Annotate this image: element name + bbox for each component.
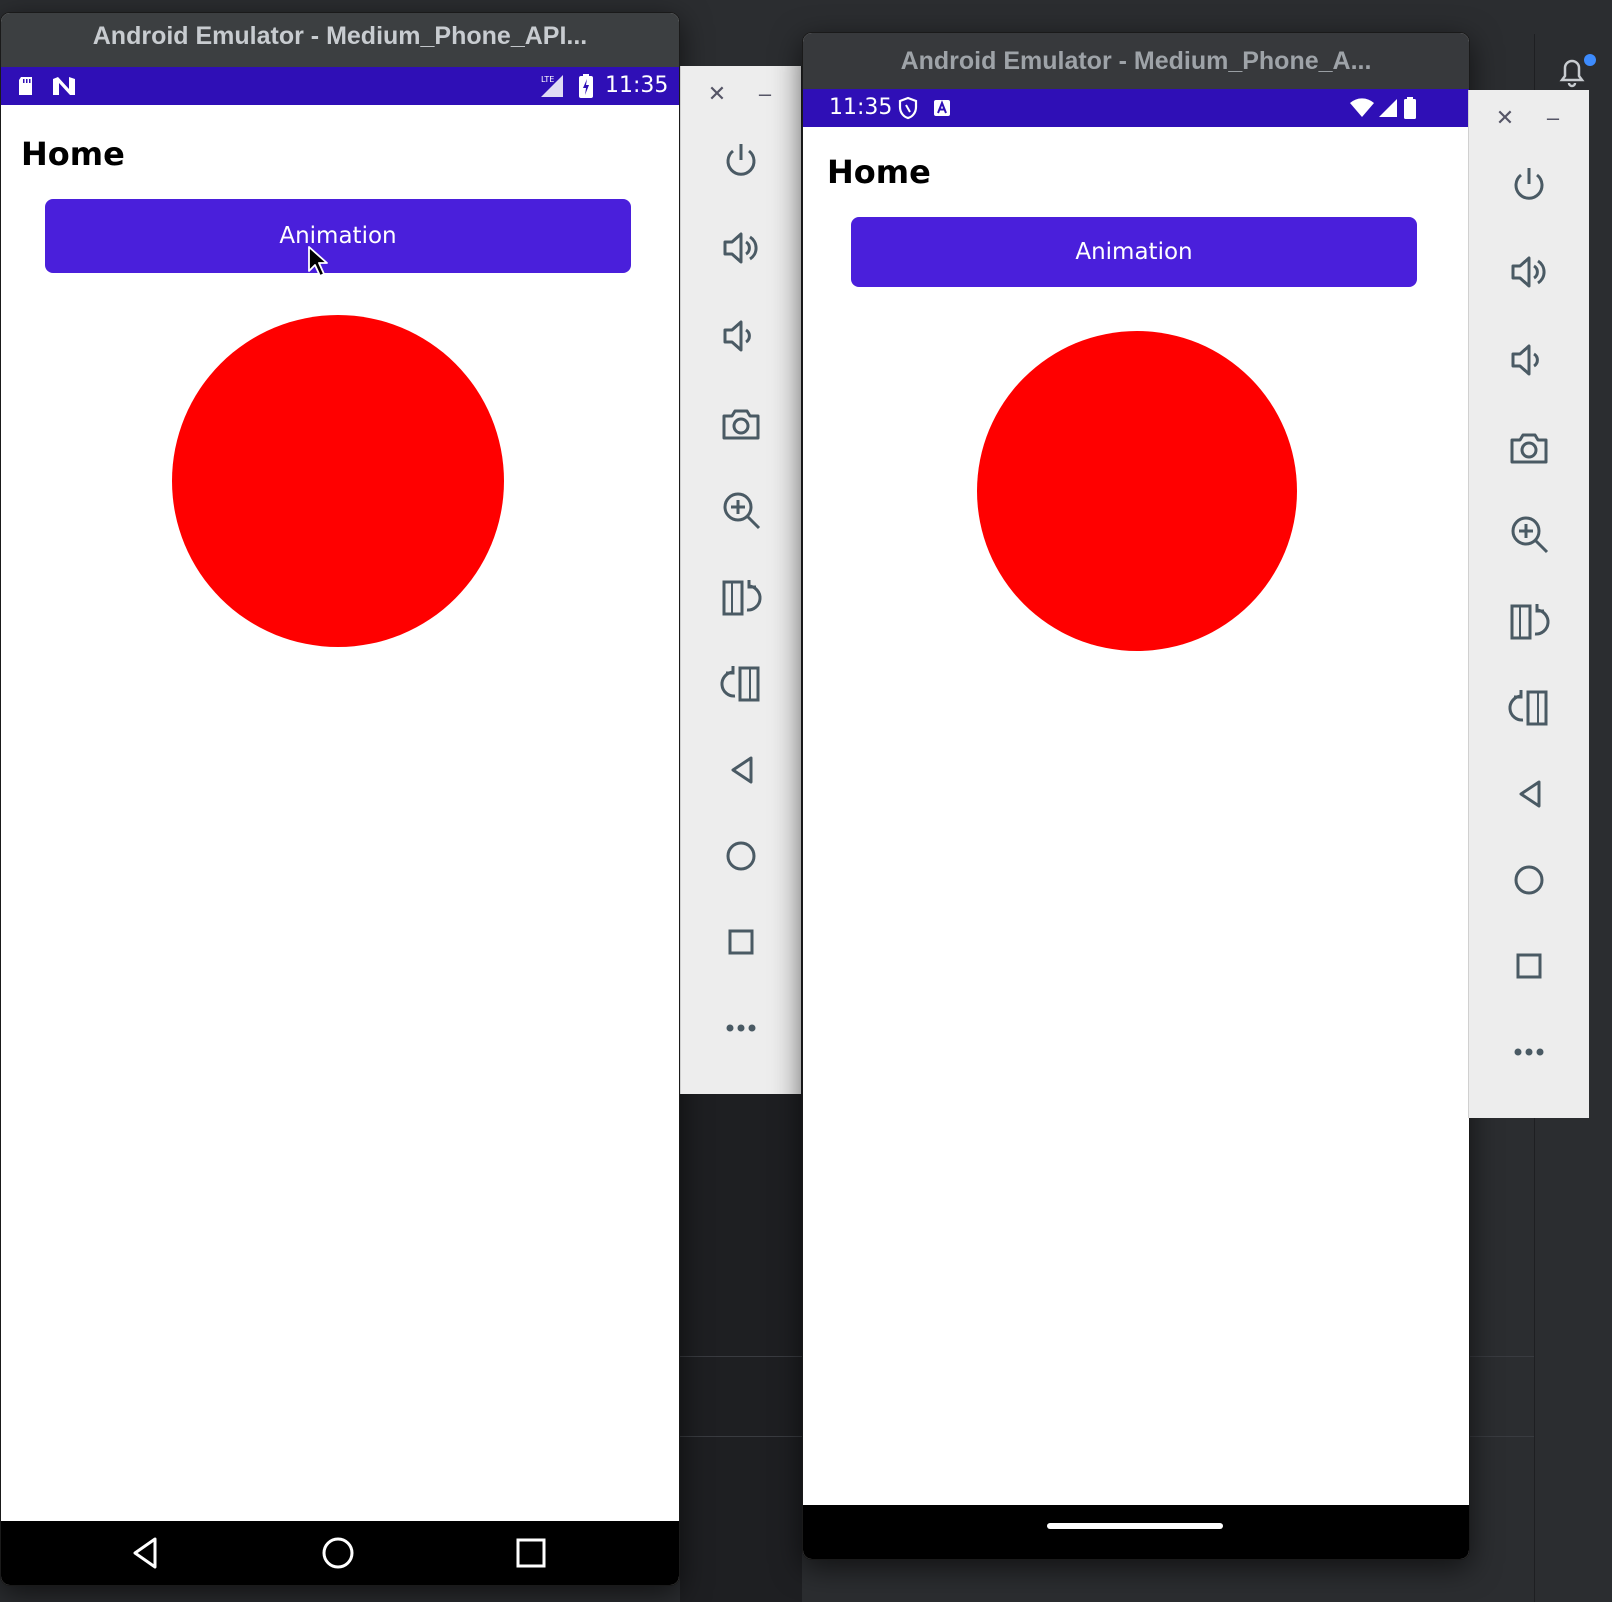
status-bar: LTE 11:35 — [1, 67, 679, 105]
overview-icon[interactable] — [1505, 942, 1553, 990]
svg-text:LTE: LTE — [541, 75, 554, 84]
volume-up-icon[interactable] — [717, 224, 765, 272]
nav-back-icon[interactable] — [121, 1529, 169, 1577]
status-bar: 11:35 — [803, 89, 1469, 127]
more-icon[interactable] — [1505, 1028, 1553, 1076]
animation-button[interactable]: Animation — [45, 199, 631, 273]
minimize-icon[interactable]: – — [751, 80, 779, 108]
n-logo-icon — [51, 75, 77, 101]
battery-charging-icon — [577, 73, 595, 103]
power-icon[interactable] — [717, 136, 765, 184]
rotate-right-icon[interactable] — [717, 660, 765, 708]
status-time: 11:35 — [829, 95, 893, 120]
camera-icon[interactable] — [1505, 424, 1553, 472]
navigation-bar — [1, 1521, 679, 1585]
rotate-left-icon[interactable] — [717, 574, 765, 622]
overview-icon[interactable] — [717, 918, 765, 966]
camera-icon[interactable] — [717, 400, 765, 448]
close-icon[interactable]: ✕ — [703, 80, 731, 108]
navigation-bar — [803, 1505, 1469, 1559]
a-icon — [933, 99, 951, 121]
red-circle — [172, 315, 504, 647]
animation-button[interactable]: Animation — [851, 217, 1417, 287]
emulator-window-right: Android Emulator - Medium_Phone_A... 11:… — [802, 32, 1470, 1560]
ide-divider — [680, 1356, 802, 1357]
nav-recents-icon[interactable] — [507, 1529, 555, 1577]
emulator-toolbar-left: ✕ – — [680, 66, 801, 1094]
volume-up-icon[interactable] — [1505, 248, 1553, 296]
mouse-cursor-icon — [307, 245, 329, 284]
sd-card-icon — [15, 75, 37, 101]
zoom-icon[interactable] — [717, 486, 765, 534]
animation-button-label: Animation — [279, 223, 397, 249]
status-time: 11:35 — [605, 73, 669, 98]
volume-down-icon[interactable] — [1505, 336, 1553, 384]
lte-signal-icon: LTE — [539, 73, 565, 103]
more-icon[interactable] — [717, 1004, 765, 1052]
ide-divider — [680, 1436, 802, 1437]
nav-home-icon[interactable] — [314, 1529, 362, 1577]
red-circle — [977, 331, 1297, 651]
animation-button-label: Animation — [1075, 239, 1193, 265]
battery-icon — [1403, 95, 1417, 125]
signal-icon — [1377, 97, 1399, 123]
page-title: Home — [21, 135, 125, 173]
notification-dot — [1584, 54, 1596, 66]
rotate-right-icon[interactable] — [1505, 684, 1553, 732]
volume-down-icon[interactable] — [717, 312, 765, 360]
emulator-toolbar-right: ✕ – — [1468, 90, 1589, 1118]
window-title[interactable]: Android Emulator - Medium_Phone_API... — [1, 13, 679, 67]
home-icon[interactable] — [717, 832, 765, 880]
close-icon[interactable]: ✕ — [1491, 104, 1519, 132]
zoom-icon[interactable] — [1505, 510, 1553, 558]
back-icon[interactable] — [717, 746, 765, 794]
app-screen: Home Animation — [1, 105, 679, 1521]
gesture-bar[interactable] — [1047, 1523, 1223, 1529]
home-icon[interactable] — [1505, 856, 1553, 904]
window-title[interactable]: Android Emulator - Medium_Phone_A... — [803, 33, 1469, 89]
back-icon[interactable] — [1505, 770, 1553, 818]
wifi-icon — [1349, 97, 1375, 123]
rotate-left-icon[interactable] — [1505, 598, 1553, 646]
minimize-icon[interactable]: – — [1539, 104, 1567, 132]
shield-icon — [897, 96, 919, 124]
page-title: Home — [827, 153, 931, 191]
power-icon[interactable] — [1505, 160, 1553, 208]
emulator-window-left: Android Emulator - Medium_Phone_API... L… — [0, 12, 680, 1586]
app-screen: Home Animation — [803, 127, 1469, 1505]
